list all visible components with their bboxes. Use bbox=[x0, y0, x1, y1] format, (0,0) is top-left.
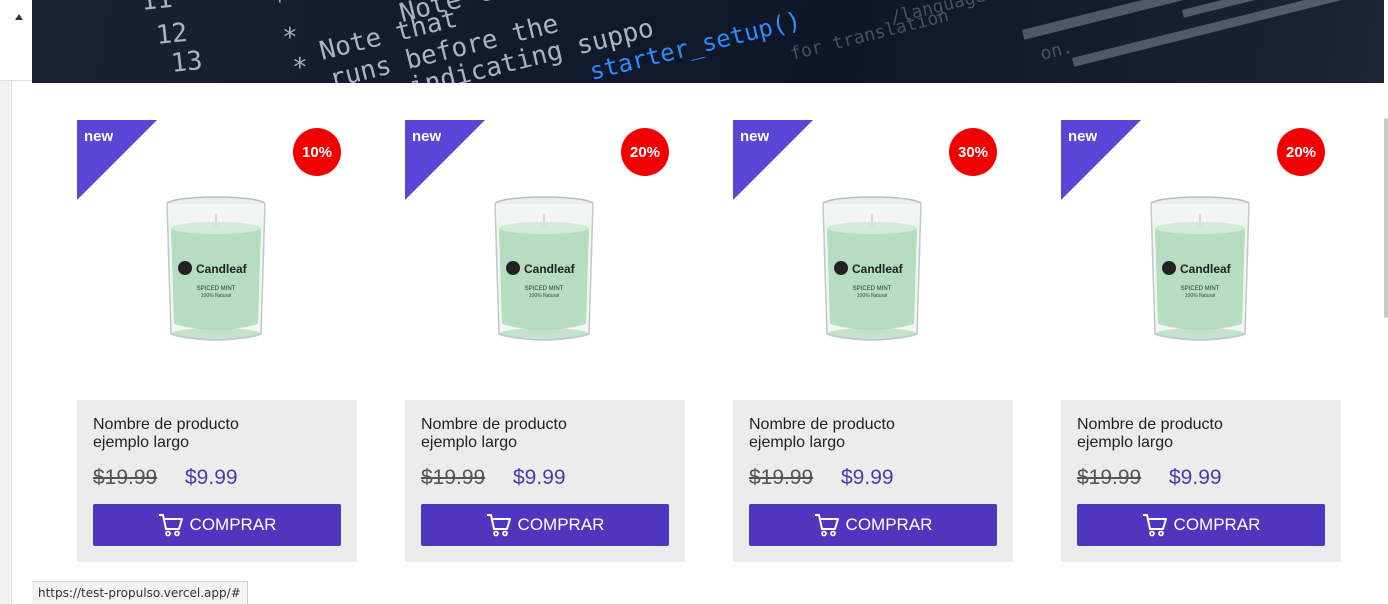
product-card: new 30% Candleaf SPICED MINT 100% Natura… bbox=[733, 120, 1013, 562]
cart-icon bbox=[486, 513, 512, 537]
buy-button-label: COMPRAR bbox=[517, 515, 605, 534]
buy-button-label: COMPRAR bbox=[1173, 515, 1261, 534]
sale-price: $9.99 bbox=[513, 466, 566, 489]
product-name[interactable]: Nombre de producto ejemplo largo bbox=[749, 416, 919, 452]
left-scrollbar[interactable] bbox=[0, 0, 12, 604]
new-badge: new bbox=[1068, 128, 1098, 145]
sale-price: $9.99 bbox=[1169, 466, 1222, 489]
product-info: Nombre de producto ejemplo largo $19.99 … bbox=[733, 400, 1013, 562]
cart-icon bbox=[1142, 513, 1168, 537]
svg-text:*: * bbox=[292, 53, 308, 83]
old-price: $19.99 bbox=[421, 466, 486, 489]
candle-brand-text: Candleaf bbox=[524, 262, 576, 276]
product-image[interactable]: Candleaf SPICED MINT 100% Natural bbox=[819, 194, 925, 351]
svg-text:11: 11 bbox=[140, 0, 174, 17]
old-price: $19.99 bbox=[749, 466, 814, 489]
product-image[interactable]: Candleaf SPICED MINT 100% Natural bbox=[163, 194, 269, 351]
status-bar-url: https://test-propulso.vercel.app/# bbox=[32, 581, 248, 604]
hero-banner-code-image: 11 * Note that 12 * Note that 13 * runs … bbox=[32, 0, 1384, 83]
buy-button-label: COMPRAR bbox=[189, 515, 277, 534]
svg-text:*: * bbox=[272, 0, 288, 17]
cart-icon bbox=[158, 513, 184, 537]
product-info: Nombre de producto ejemplo largo $19.99 … bbox=[1061, 400, 1341, 562]
buy-button[interactable]: COMPRAR bbox=[93, 504, 341, 546]
svg-text:13: 13 bbox=[170, 46, 204, 79]
product-name[interactable]: Nombre de producto ejemplo largo bbox=[1077, 416, 1247, 452]
candle-scent-text: SPICED MINT bbox=[1181, 286, 1220, 292]
discount-badge: 10% bbox=[293, 128, 341, 176]
candle-natural-text: 100% Natural bbox=[857, 293, 887, 299]
candle-natural-text: 100% Natural bbox=[1185, 293, 1215, 299]
old-price: $19.99 bbox=[1077, 466, 1142, 489]
buy-button-label: COMPRAR bbox=[845, 515, 933, 534]
buy-button[interactable]: COMPRAR bbox=[749, 504, 997, 546]
candle-scent-text: SPICED MINT bbox=[853, 286, 892, 292]
side-panel bbox=[0, 0, 32, 81]
candle-scent-text: SPICED MINT bbox=[197, 286, 236, 292]
scroll-up-arrow-icon[interactable] bbox=[15, 14, 23, 20]
candle-brand-text: Candleaf bbox=[196, 262, 248, 276]
product-image[interactable]: Candleaf SPICED MINT 100% Natural bbox=[1147, 194, 1253, 351]
new-badge: new bbox=[740, 128, 770, 145]
new-badge: new bbox=[84, 128, 114, 145]
svg-text:on.: on. bbox=[1038, 37, 1075, 65]
discount-badge: 30% bbox=[949, 128, 997, 176]
cart-icon bbox=[814, 513, 840, 537]
candle-brand-text: Candleaf bbox=[852, 262, 904, 276]
buy-button[interactable]: COMPRAR bbox=[1077, 504, 1325, 546]
right-scrollbar-thumb[interactable] bbox=[1384, 118, 1388, 318]
old-price: $19.99 bbox=[93, 466, 158, 489]
product-name[interactable]: Nombre de producto ejemplo largo bbox=[421, 416, 591, 452]
product-name[interactable]: Nombre de producto ejemplo largo bbox=[93, 416, 263, 452]
svg-text:*: * bbox=[282, 23, 298, 53]
product-card: new 10% Candleaf SPICED MINT 100% Natura… bbox=[77, 120, 357, 562]
new-badge: new bbox=[412, 128, 442, 145]
candle-scent-text: SPICED MINT bbox=[525, 286, 564, 292]
discount-badge: 20% bbox=[1277, 128, 1325, 176]
product-card: new 20% Candleaf SPICED MINT 100% Natura… bbox=[1061, 120, 1341, 562]
product-info: Nombre de producto ejemplo largo $19.99 … bbox=[77, 400, 357, 562]
candle-natural-text: 100% Natural bbox=[529, 293, 559, 299]
candle-natural-text: 100% Natural bbox=[201, 293, 231, 299]
sale-price: $9.99 bbox=[185, 466, 238, 489]
sale-price: $9.99 bbox=[841, 466, 894, 489]
product-info: Nombre de producto ejemplo largo $19.99 … bbox=[405, 400, 685, 562]
svg-text:12: 12 bbox=[155, 18, 189, 51]
buy-button[interactable]: COMPRAR bbox=[421, 504, 669, 546]
product-card: new 20% Candleaf SPICED MINT 100% Natura… bbox=[405, 120, 685, 562]
product-image[interactable]: Candleaf SPICED MINT 100% Natural bbox=[491, 194, 597, 351]
candle-brand-text: Candleaf bbox=[1180, 262, 1232, 276]
discount-badge: 20% bbox=[621, 128, 669, 176]
